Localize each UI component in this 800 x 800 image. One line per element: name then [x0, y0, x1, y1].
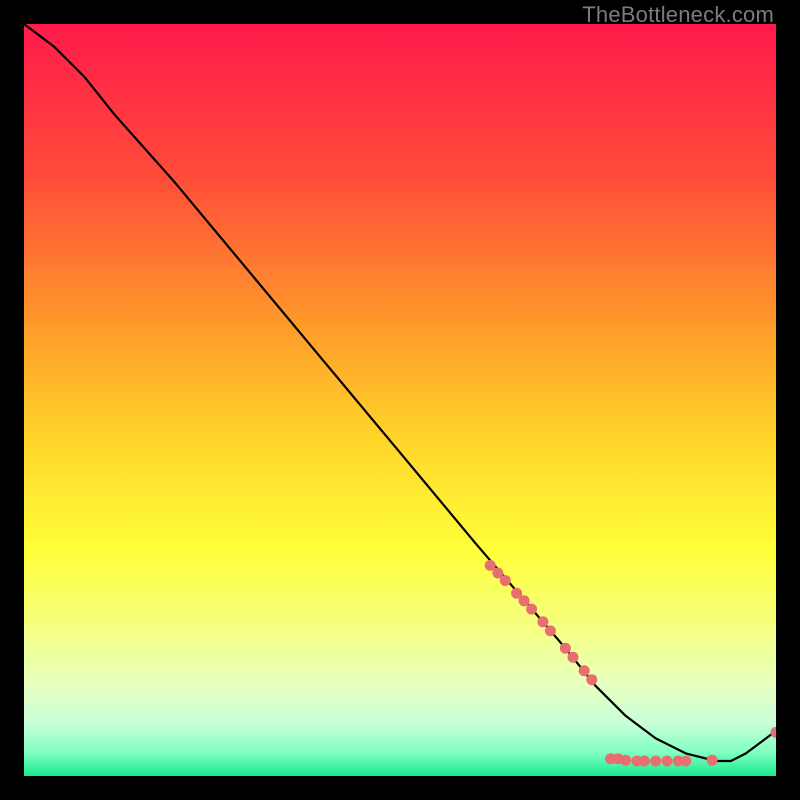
- marker-dot: [639, 756, 650, 767]
- marker-dot: [680, 756, 691, 767]
- gradient-background: [24, 24, 776, 776]
- bottleneck-chart: [24, 24, 776, 776]
- marker-dot: [519, 595, 530, 606]
- marker-dot: [526, 604, 537, 615]
- marker-dot: [707, 755, 718, 766]
- marker-dot: [586, 674, 597, 685]
- chart-frame: [24, 24, 776, 776]
- marker-dot: [662, 756, 673, 767]
- marker-dot: [568, 652, 579, 663]
- marker-dot: [650, 756, 661, 767]
- marker-dot: [500, 575, 511, 586]
- marker-dot: [579, 665, 590, 676]
- marker-dot: [545, 625, 556, 636]
- marker-dot: [560, 643, 571, 654]
- marker-dot: [620, 755, 631, 766]
- marker-dot: [537, 616, 548, 627]
